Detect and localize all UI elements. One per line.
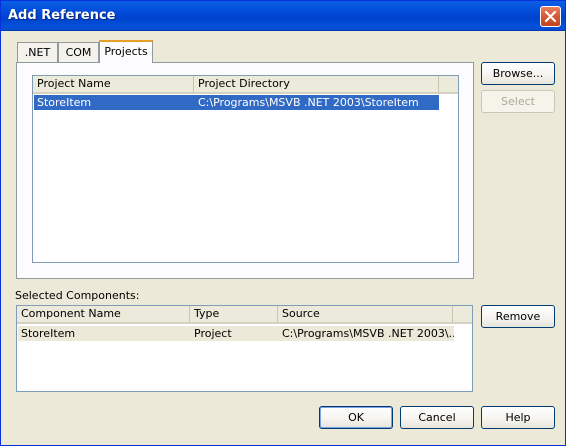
column-header-project-name[interactable]: Project Name [33, 76, 194, 94]
column-header-filler [453, 306, 472, 324]
close-icon [544, 10, 557, 23]
add-reference-dialog: Add Reference .NET COM Projects Project … [0, 0, 566, 446]
selected-components-label: Selected Components: [15, 289, 140, 302]
ok-button[interactable]: OK [319, 406, 393, 429]
projects-list-header: Project Name Project Directory [33, 76, 458, 94]
component-row[interactable]: StoreItem Project C:\Programs\MSVB .NET … [18, 326, 454, 341]
dialog-title: Add Reference [8, 8, 116, 23]
remove-button[interactable]: Remove [481, 305, 555, 328]
component-type-cell: Project [194, 327, 232, 340]
selected-components-list[interactable]: Component Name Type Source StoreItem Pro… [16, 305, 473, 392]
projects-tab-panel: Project Name Project Directory StoreItem… [16, 62, 474, 279]
project-directory-cell: C:\Programs\MSVB .NET 2003\StoreItem [198, 96, 419, 109]
selected-components-header: Component Name Type Source [17, 306, 472, 324]
select-button[interactable]: Select [481, 90, 555, 113]
cancel-button[interactable]: Cancel [400, 406, 474, 429]
component-source-cell: C:\Programs\MSVB .NET 2003\... [282, 327, 454, 340]
tab-com[interactable]: COM [58, 42, 99, 63]
column-header-type[interactable]: Type [190, 306, 278, 324]
title-bar[interactable]: Add Reference [1, 1, 565, 31]
tab-projects[interactable]: Projects [99, 40, 153, 63]
project-row[interactable]: StoreItem C:\Programs\MSVB .NET 2003\Sto… [34, 95, 439, 110]
column-header-component-name[interactable]: Component Name [17, 306, 190, 324]
column-header-filler [439, 76, 458, 94]
tab-dotnet[interactable]: .NET [17, 42, 58, 63]
project-name-cell: StoreItem [37, 96, 92, 109]
column-header-source[interactable]: Source [278, 306, 453, 324]
column-header-project-directory[interactable]: Project Directory [194, 76, 439, 94]
close-button[interactable] [540, 6, 561, 27]
help-button[interactable]: Help [481, 406, 555, 429]
component-name-cell: StoreItem [21, 327, 76, 340]
projects-list[interactable]: Project Name Project Directory StoreItem… [32, 75, 459, 263]
browse-button[interactable]: Browse... [481, 62, 555, 85]
